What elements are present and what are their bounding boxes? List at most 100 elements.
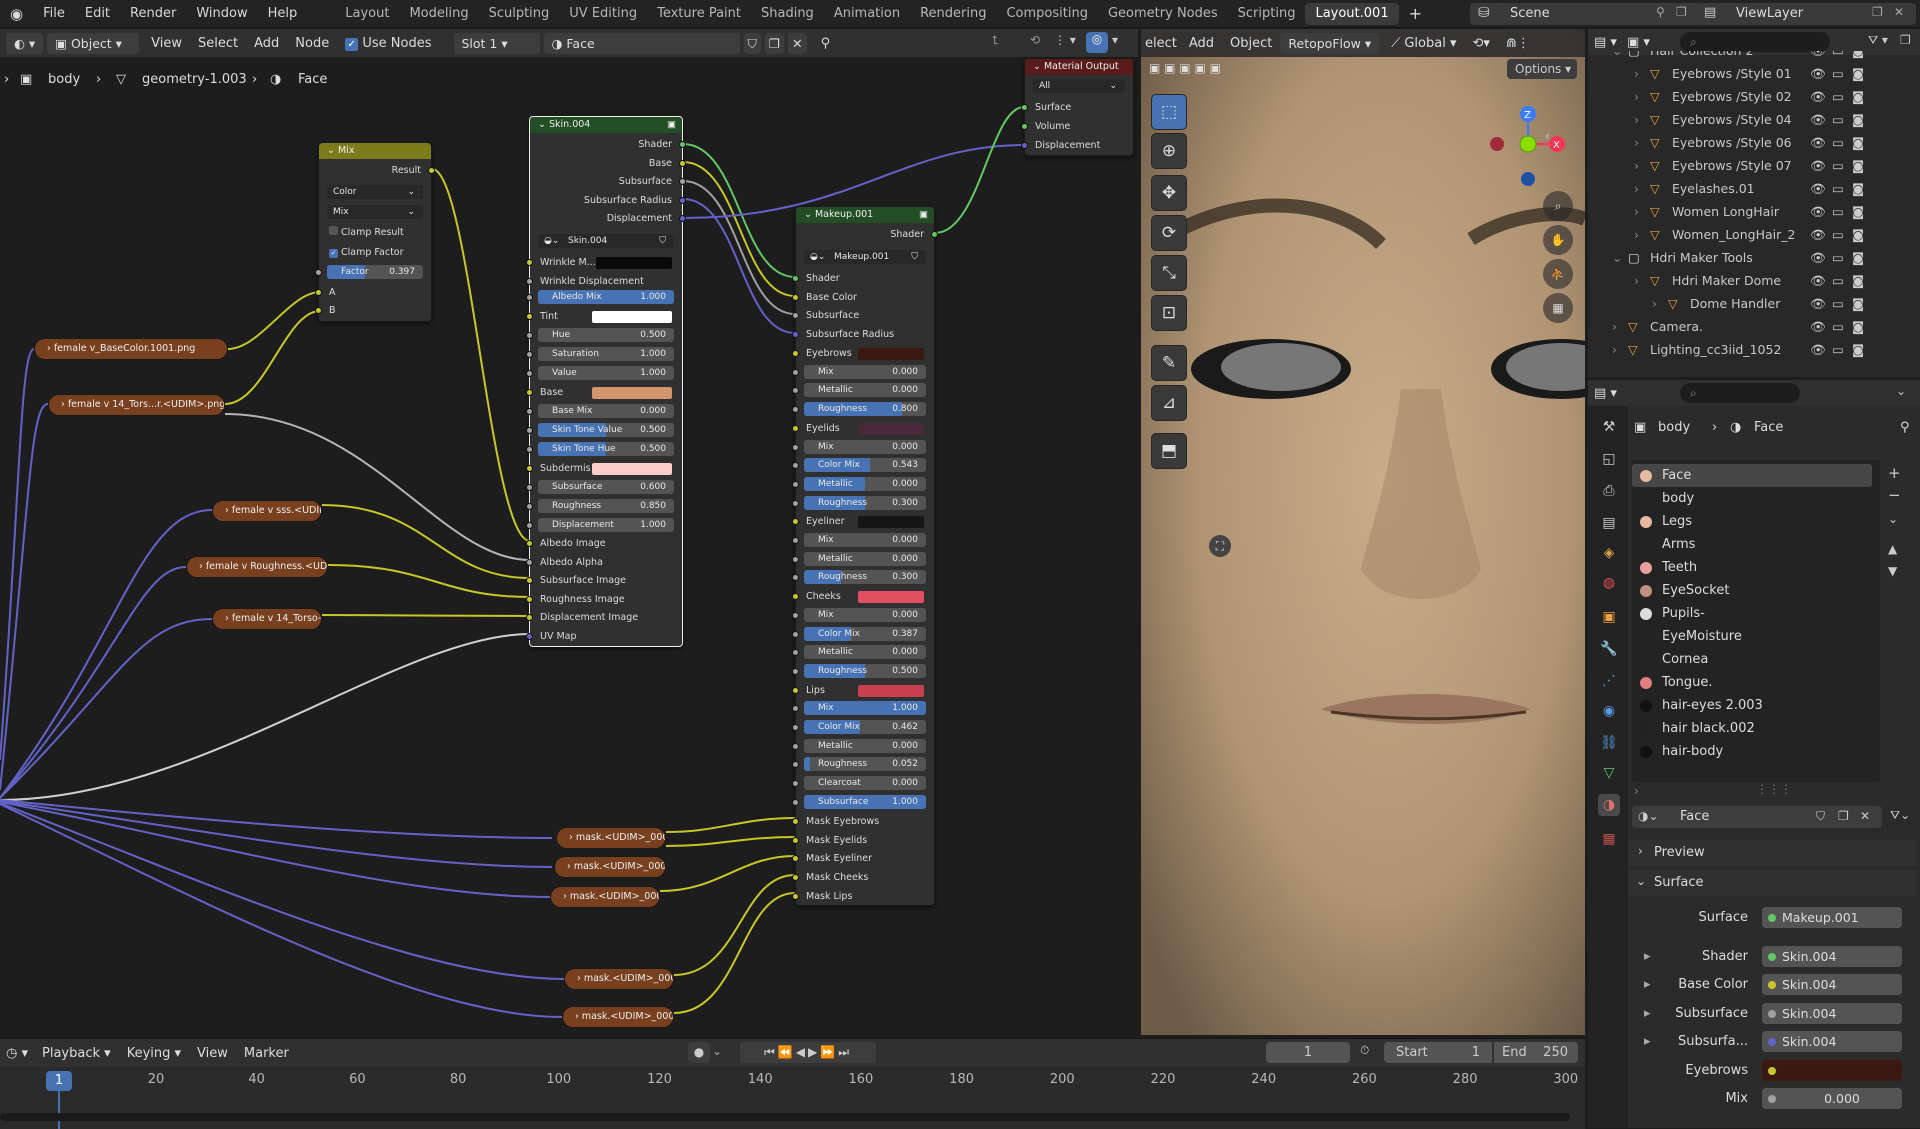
makeup-value-slider[interactable]: Roughness 0.500 <box>804 663 926 678</box>
a-socket[interactable] <box>315 289 322 296</box>
skin-value-slider[interactable]: Roughness 0.850 <box>538 499 674 513</box>
chevron-down-icon[interactable]: ⌄ <box>712 1044 722 1058</box>
unlink-icon[interactable]: ✕ <box>1860 809 1870 823</box>
pan-hand-icon[interactable]: ✋ <box>1543 225 1573 255</box>
skin-value-slider[interactable]: Skin Tone Value 0.500 <box>538 423 674 437</box>
value-input-socket[interactable] <box>792 443 799 451</box>
outliner-item[interactable]: › ▽ Eyelashes.01 👁 ▭ ◙ <box>1588 177 1864 200</box>
move-icon[interactable]: ✥ <box>1151 175 1187 211</box>
measure-icon[interactable]: ⊿ <box>1151 385 1187 421</box>
value-input-socket[interactable] <box>792 611 799 619</box>
play-reverse-icon[interactable]: ◀ <box>796 1045 808 1059</box>
material-slot[interactable]: hair-eyes 2.003 <box>1632 694 1872 717</box>
skin-output-socket[interactable] <box>679 178 686 185</box>
result-socket[interactable] <box>428 167 435 174</box>
editor-type-icon[interactable]: ◷ ▾ <box>0 1046 34 1061</box>
visibility-eye-icon[interactable]: 👁 <box>1810 62 1826 85</box>
viewport-disable-icon[interactable]: ▭ <box>1832 177 1844 200</box>
remove-viewlayer-icon[interactable]: ✕ <box>1894 5 1904 19</box>
skin-input-socket[interactable] <box>526 558 533 566</box>
mask-texture-node[interactable]: › mask.<UDIM>_000... <box>564 968 674 990</box>
outliner-item[interactable]: › ▽ Eyebrows /Style 01 👁 ▭ ◙ <box>1588 62 1864 85</box>
value-input-socket[interactable] <box>526 294 533 301</box>
playback-controls[interactable]: ⏮⏪◀▶⏩⏭ <box>740 1042 876 1063</box>
material-datablock-selector[interactable]: ◑⌄ Face ⛉ ❐ ✕ <box>1632 806 1882 828</box>
skin-input-socket[interactable] <box>526 632 533 640</box>
keying-menu[interactable]: Keying ▾ <box>119 1046 189 1061</box>
makeup-value-slider[interactable]: Color Mix 0.543 <box>804 458 926 473</box>
jump-start-icon[interactable]: ⏮ <box>764 1045 778 1059</box>
makeup-value-slider[interactable]: Roughness 0.800 <box>804 402 926 417</box>
pin-icon[interactable]: ⚲ <box>1656 5 1665 19</box>
visibility-eye-icon[interactable]: 👁 <box>1810 51 1826 62</box>
menu-object[interactable]: Object <box>1222 36 1280 51</box>
makeup-input-socket[interactable] <box>792 293 799 301</box>
skin-value-slider[interactable]: Displacement 1.000 <box>538 518 674 532</box>
render-camera-icon[interactable]: ◙ <box>1852 62 1864 85</box>
skin-output-socket[interactable] <box>679 196 686 204</box>
clamp-result-checkbox[interactable]: Clamp Result <box>319 225 431 240</box>
material-slot[interactable]: Face <box>1632 464 1872 487</box>
skin-value-slider[interactable]: Base Mix 0.000 <box>538 404 674 418</box>
viewport-disable-icon[interactable]: ▭ <box>1832 62 1844 85</box>
viewport-disable-icon[interactable]: ▭ <box>1832 85 1844 108</box>
material-slot[interactable]: Pupils- <box>1632 602 1872 625</box>
visibility-eye-icon[interactable]: 👁 <box>1810 131 1826 154</box>
viewport-disable-icon[interactable]: ▭ <box>1832 315 1844 338</box>
color-input-socket[interactable] <box>792 686 799 694</box>
color-swatch[interactable] <box>858 591 924 604</box>
snap-icon[interactable]: ⋒⋮ <box>1498 36 1538 51</box>
stopwatch-icon[interactable]: ⏱ <box>1360 1043 1369 1058</box>
color-input-socket[interactable] <box>526 313 533 320</box>
value-input-socket[interactable] <box>792 667 799 675</box>
material-output-header[interactable]: ⌄ Material Output <box>1025 59 1133 75</box>
annotate-icon[interactable]: ✎ <box>1151 345 1187 381</box>
color-swatch[interactable] <box>858 422 924 435</box>
color-swatch[interactable] <box>858 516 924 529</box>
pin-icon[interactable]: ⚲ <box>1900 420 1910 435</box>
output-target-dropdown[interactable]: All ⌄ <box>1033 79 1125 93</box>
viewport-disable-icon[interactable]: ▭ <box>1832 154 1844 177</box>
makeup-input-socket[interactable] <box>792 330 799 338</box>
makeup-value-slider[interactable]: Color Mix 0.462 <box>804 720 926 734</box>
color-swatch[interactable] <box>592 311 672 323</box>
world-tab-icon[interactable]: ◍ <box>1598 572 1620 594</box>
chevron-right-icon[interactable]: › <box>1612 338 1617 361</box>
color-input-socket[interactable] <box>792 424 799 432</box>
skin-input-socket[interactable] <box>526 577 533 584</box>
chevron-right-icon[interactable]: ⌄ <box>1612 246 1622 269</box>
render-camera-icon[interactable]: ◙ <box>1852 246 1864 269</box>
tool-tab-icon[interactable]: ⚒ <box>1598 416 1620 438</box>
value-input-socket[interactable] <box>792 761 799 769</box>
modifiers-tab-icon[interactable]: 🔧 <box>1598 638 1620 660</box>
skin-output-socket[interactable] <box>679 159 686 167</box>
color-swatch[interactable] <box>858 684 924 697</box>
wrinkle-socket[interactable] <box>526 259 533 266</box>
value-input-socket[interactable] <box>526 427 533 434</box>
visibility-eye-icon[interactable]: 👁 <box>1810 246 1826 269</box>
remove-slot-icon[interactable]: − <box>1888 486 1901 504</box>
makeup-value-slider[interactable]: Metallic 0.000 <box>804 645 926 660</box>
property-link-field[interactable]: Skin.004 <box>1762 974 1902 995</box>
outliner-item[interactable]: › ▽ Hdri Maker Dome 👁 ▭ ◙ <box>1588 269 1864 292</box>
retopoflow-dropdown[interactable]: RetopoFlow ▾ <box>1280 32 1380 54</box>
makeup-value-slider[interactable]: Metallic 0.000 <box>804 383 926 398</box>
zoom-icon[interactable]: ⌕ <box>1543 191 1573 221</box>
value-input-socket[interactable] <box>792 705 799 713</box>
output-tab-icon[interactable]: ⎙ <box>1598 480 1620 502</box>
filter-icon[interactable]: ⛛ ▾ <box>1868 33 1888 48</box>
makeup-value-slider[interactable]: Mix 0.000 <box>804 439 926 454</box>
chevron-right-icon[interactable]: › <box>1634 269 1639 292</box>
skin-group-node[interactable]: ⌄ Skin.004 ▣ Shader Base Subsurface Subsurfa… <box>526 116 686 647</box>
chevron-right-icon[interactable]: › <box>1634 131 1639 154</box>
chevron-right-icon[interactable]: › <box>1634 177 1639 200</box>
move-slot-down-icon[interactable]: ▼ <box>1888 564 1897 578</box>
visibility-eye-icon[interactable]: 👁 <box>1810 177 1826 200</box>
viewport-disable-icon[interactable]: ▭ <box>1832 200 1844 223</box>
collapse-icon[interactable]: ⌄ <box>327 145 338 156</box>
skin-output-socket[interactable] <box>679 141 686 148</box>
image-texture-node[interactable]: › female v 14_Tors...r.<UDIM>.png.003 <box>48 394 225 416</box>
value-input-socket[interactable] <box>792 555 799 563</box>
record-icon[interactable]: ● <box>688 1042 710 1063</box>
mask-input-socket[interactable] <box>792 836 799 844</box>
